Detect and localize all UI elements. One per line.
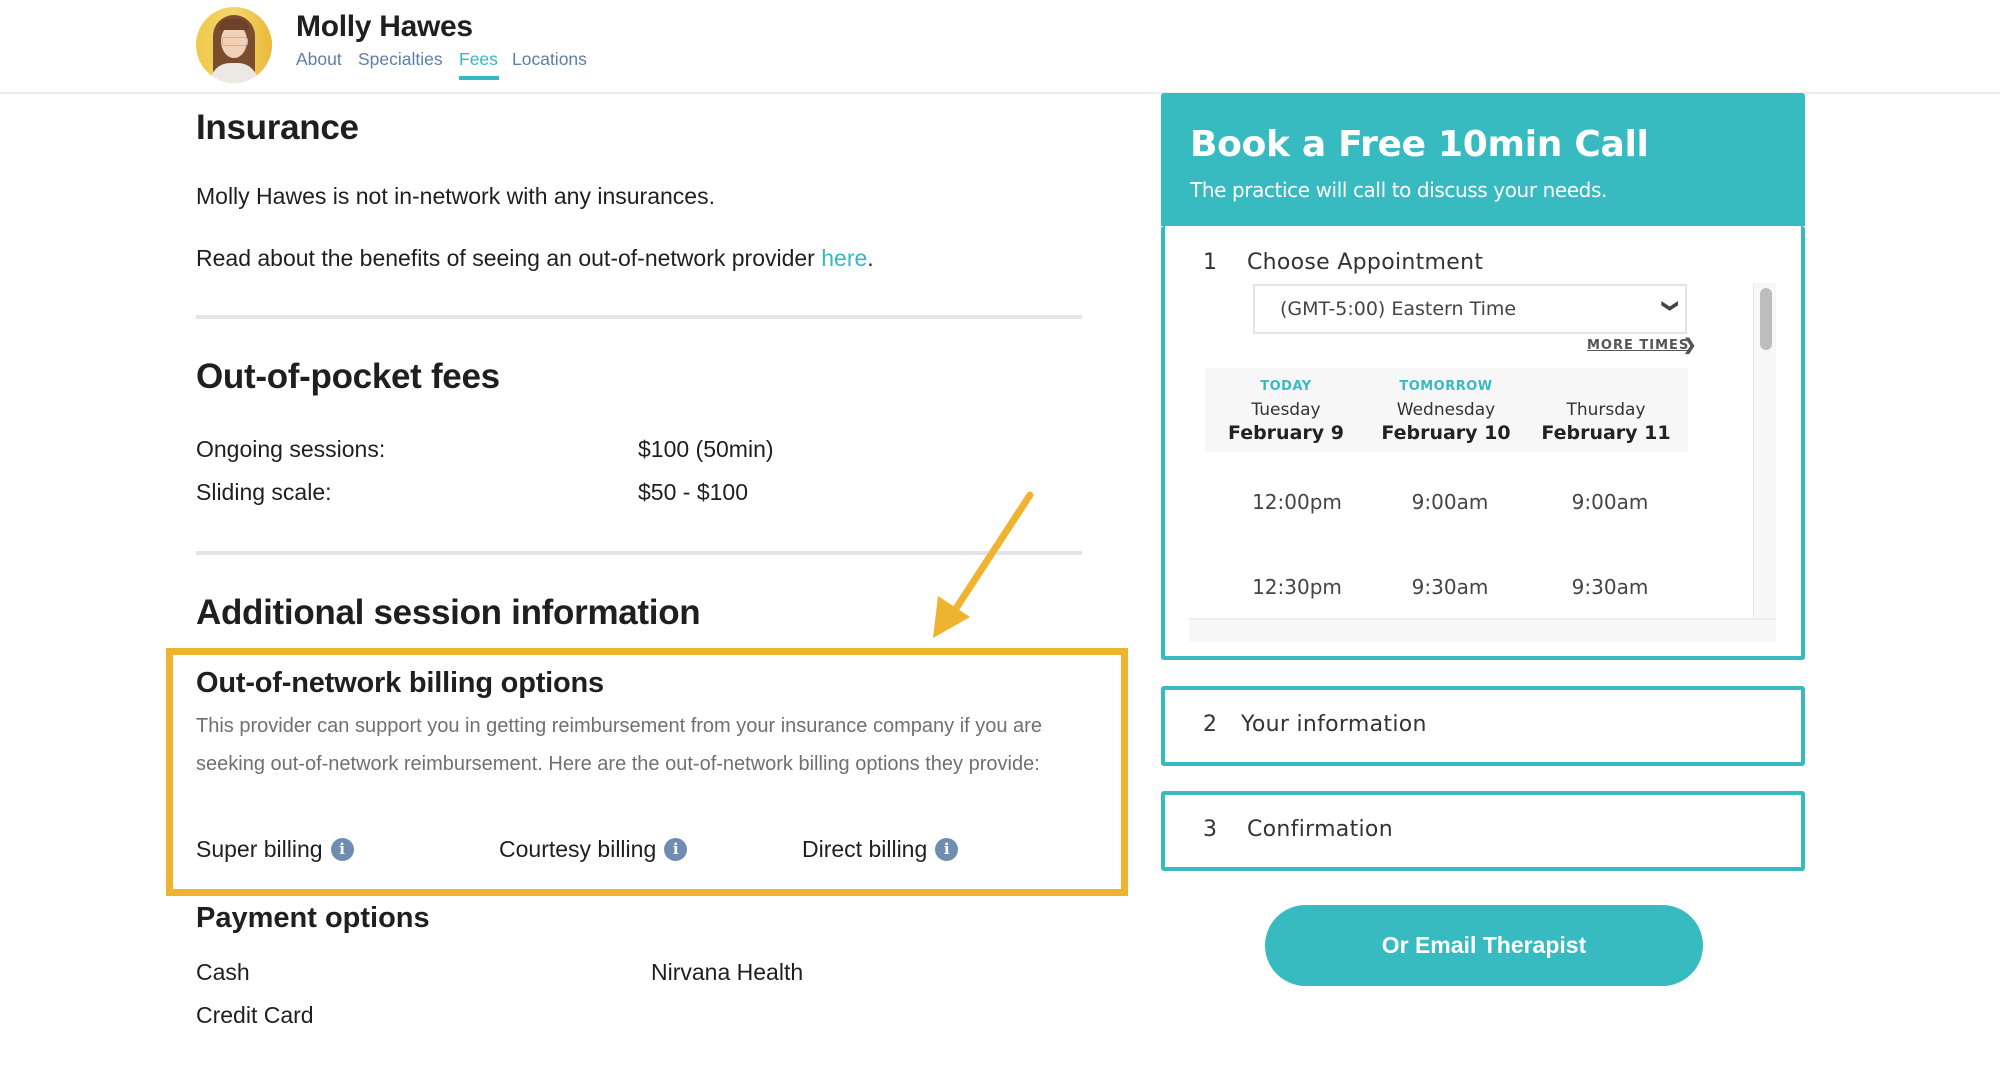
time-slot[interactable]: 9:30am — [1530, 575, 1690, 599]
day-weekday: Tuesday — [1251, 400, 1321, 420]
time-slot[interactable]: 9:00am — [1370, 490, 1530, 514]
times-scroll-footer — [1189, 618, 1776, 642]
day-date: February 10 — [1381, 422, 1511, 444]
payment-option-nirvana: Nirvana Health — [651, 959, 804, 985]
day-date: February 9 — [1227, 422, 1344, 444]
avatar — [196, 7, 272, 83]
step-number: 3 — [1203, 817, 1217, 842]
therapist-name: Molly Hawes — [296, 10, 473, 43]
info-icon[interactable]: i — [935, 838, 959, 861]
time-slot[interactable]: 12:00pm — [1217, 490, 1377, 514]
day-tag: TODAY — [1260, 379, 1312, 394]
billing-option-direct: Direct billing i — [802, 836, 959, 863]
day-column-header: TODAY Tuesday February 9 — [1206, 379, 1366, 444]
email-therapist-button[interactable]: Or Email Therapist — [1265, 905, 1703, 986]
insurance-benefits-text: Read about the benefits of seeing an out… — [196, 245, 874, 272]
benefits-here-link[interactable]: here — [821, 245, 867, 271]
booking-title: Book a Free 10min Call — [1190, 124, 1649, 165]
billing-option-label: Super billing — [196, 836, 323, 862]
fee-value-ongoing: $100 (50min) — [638, 436, 774, 462]
more-times-link[interactable]: MORE TIMES — [1587, 338, 1689, 353]
payment-options-heading: Payment options — [196, 902, 430, 934]
fee-label-sliding: Sliding scale: — [196, 479, 332, 505]
nav-tab-fees[interactable]: Fees — [459, 49, 498, 70]
step-number: 1 — [1203, 250, 1217, 275]
day-tag — [1526, 379, 1686, 397]
timezone-value: (GMT-5:00) Eastern Time — [1280, 298, 1517, 320]
payment-option-cash: Cash — [196, 959, 250, 985]
scrollbar-thumb[interactable] — [1760, 288, 1772, 350]
avatar-fringe — [219, 19, 249, 30]
arrow-head — [933, 596, 970, 638]
active-tab-indicator — [459, 76, 499, 80]
time-slot[interactable]: 9:30am — [1370, 575, 1530, 599]
nav-tab-specialties[interactable]: Specialties — [358, 49, 443, 70]
chevron-right-icon: ❯ — [1683, 337, 1697, 354]
step-label: Your information — [1241, 712, 1427, 737]
time-slot[interactable]: 12:30pm — [1217, 575, 1377, 599]
fees-heading: Out-of-pocket fees — [196, 357, 500, 396]
additional-info-heading: Additional session information — [196, 593, 701, 632]
time-slot[interactable]: 9:00am — [1530, 490, 1690, 514]
billing-option-super: Super billing i — [196, 836, 354, 863]
arrow-shaft — [951, 491, 1034, 614]
fee-label-ongoing: Ongoing sessions: — [196, 436, 386, 462]
insurance-statement: Molly Hawes is not in-network with any i… — [196, 183, 715, 209]
day-tag: TOMORROW — [1399, 379, 1493, 394]
annotation-arrow-icon — [933, 491, 1034, 638]
chevron-down-icon: ❯ — [1661, 299, 1679, 313]
benefits-prefix: Read about the benefits of seeing an out… — [196, 245, 822, 271]
info-icon[interactable]: i — [664, 838, 688, 861]
step-label: Choose Appointment — [1247, 250, 1484, 275]
step-label: Confirmation — [1247, 817, 1393, 842]
billing-option-label: Direct billing — [802, 836, 928, 862]
fee-value-sliding: $50 - $100 — [638, 479, 748, 505]
insurance-heading: Insurance — [196, 108, 359, 147]
day-weekday: Wednesday — [1396, 400, 1496, 420]
billing-option-courtesy: Courtesy billing i — [499, 836, 688, 863]
oon-billing-heading: Out-of-network billing options — [196, 667, 604, 699]
payment-option-credit-card: Credit Card — [196, 1002, 314, 1028]
billing-option-label: Courtesy billing — [499, 836, 657, 862]
nav-tab-locations[interactable]: Locations — [512, 49, 587, 70]
step-number: 2 — [1203, 712, 1217, 737]
day-column-header: Thursday February 11 — [1526, 379, 1686, 444]
benefits-suffix: . — [867, 245, 874, 271]
day-date: February 11 — [1541, 422, 1671, 444]
section-divider — [196, 315, 1082, 319]
booking-subtitle: The practice will call to discuss your n… — [1190, 178, 1607, 202]
oon-billing-description: This provider can support you in getting… — [196, 715, 1042, 775]
avatar-glasses — [222, 37, 248, 46]
nav-tab-about[interactable]: About — [296, 49, 342, 70]
info-icon[interactable]: i — [330, 838, 354, 861]
day-weekday: Thursday — [1566, 400, 1646, 420]
day-column-header: TOMORROW Wednesday February 10 — [1366, 379, 1526, 444]
